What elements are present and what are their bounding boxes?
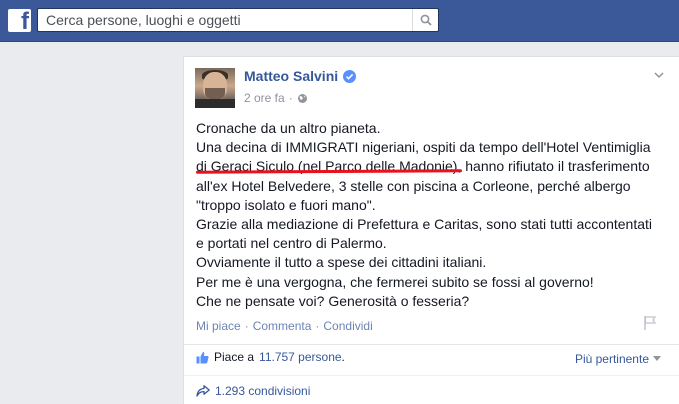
chevron-down-icon[interactable] <box>653 69 665 81</box>
comment-link[interactable]: Commenta <box>253 319 312 333</box>
like-link[interactable]: Mi piace <box>196 319 241 333</box>
post-line: all'ex Hotel Belvedere, 3 stelle con pis… <box>196 177 631 194</box>
author-name-link[interactable]: Matteo Salvini <box>244 68 338 84</box>
post-line: Che ne pensate voi? Generosità o fesseri… <box>196 292 470 309</box>
search-input[interactable] <box>38 9 408 31</box>
avatar[interactable] <box>195 68 235 108</box>
post-line: Cronache da un altro pianeta. <box>196 120 381 136</box>
post-line: Per me è una vergogna, che fermerei subi… <box>196 273 594 290</box>
share-link[interactable]: Condividi <box>323 319 372 333</box>
top-navigation-bar: f <box>0 0 679 42</box>
search-box[interactable] <box>37 8 439 32</box>
sort-dropdown[interactable]: Più pertinente <box>575 352 661 366</box>
thumbs-up-icon <box>196 351 209 363</box>
shares-summary[interactable]: 1.293 condivisioni <box>196 384 310 398</box>
shares-count-link[interactable]: 1.293 condivisioni <box>215 384 310 398</box>
sort-label: Più pertinente <box>574 352 649 366</box>
likes-summary: Piace a 11.757 persone. <box>196 350 345 364</box>
post-line: Una decina di IMMIGRATI nigeriani, ospit… <box>196 139 651 156</box>
flag-icon[interactable] <box>643 315 657 331</box>
post-line: Grazie alla mediazione di Prefettura e C… <box>196 216 653 233</box>
share-arrow-icon <box>196 385 210 397</box>
post-line: Ovviamente il tutto a spese dei cittadin… <box>196 254 487 271</box>
divider <box>184 344 679 345</box>
post-card: Matteo Salvini 2 ore fa · Cronache da un… <box>183 56 679 404</box>
post-meta: 2 ore fa · <box>244 91 308 105</box>
post-line: "troppo isolato e fuori mano". <box>196 196 376 213</box>
globe-icon <box>297 93 307 103</box>
search-icon <box>420 14 432 26</box>
divider <box>184 375 679 376</box>
search-button[interactable] <box>412 9 438 31</box>
post-body: Cronache da un altro pianeta. Una decina… <box>196 119 676 311</box>
meta-separator: · <box>288 91 293 105</box>
facebook-logo[interactable]: f <box>8 9 31 32</box>
caret-down-icon <box>653 356 661 361</box>
post-line: di Geraci Siculo (nel Parco delle Madoni… <box>196 158 650 175</box>
post-timestamp[interactable]: 2 ore fa <box>244 91 285 105</box>
post-author: Matteo Salvini <box>244 68 357 84</box>
likes-prefix: Piace a <box>214 350 255 364</box>
post-line: e portati nel centro di Palermo. <box>196 235 387 252</box>
verified-badge-icon <box>343 69 357 83</box>
likes-count-link[interactable]: 11.757 persone <box>259 350 342 364</box>
post-actions: Mi piace · Commenta · Condividi <box>196 319 373 333</box>
